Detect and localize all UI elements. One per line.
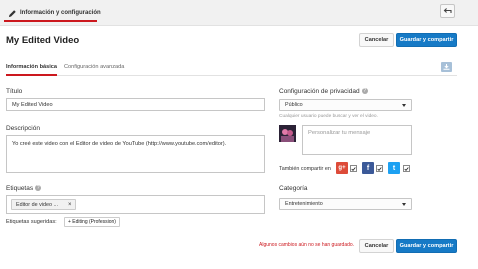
page-title: My Edited Video <box>6 35 80 46</box>
tab-basic-info[interactable]: Información básica <box>6 64 57 70</box>
description-textarea[interactable]: Yo creé este video con el Editor de vide… <box>6 135 265 173</box>
back-button[interactable] <box>440 4 455 18</box>
footer-save-share-button[interactable]: Guardar y compartir <box>396 239 457 253</box>
tab-advanced-settings[interactable]: Configuración avanzada <box>64 64 124 70</box>
google-plus-icon[interactable]: g+ <box>336 162 348 174</box>
chevron-down-icon <box>402 103 406 107</box>
help-icon[interactable]: ? <box>361 88 368 94</box>
tabs-divider <box>6 75 457 76</box>
category-select[interactable]: Entretenimiento <box>279 198 412 210</box>
share-label: También compartir en <box>279 166 331 172</box>
privacy-hint: Cualquier usuario puede buscar y ver el … <box>279 114 378 119</box>
privacy-label: Configuración de privacidad? <box>279 88 368 95</box>
remove-tag-icon[interactable]: × <box>68 202 72 208</box>
custom-message-placeholder: Personalizar tu mensaje <box>308 130 371 136</box>
suggested-tags-label: Etiquetas sugeridas: <box>6 219 57 225</box>
active-tab-indicator <box>4 20 97 22</box>
save-share-button[interactable]: Guardar y compartir <box>396 33 457 47</box>
tags-input[interactable]: Editor de video ... × <box>6 195 265 214</box>
avatar <box>279 125 296 142</box>
tags-label-text: Etiquetas <box>6 185 34 192</box>
chevron-down-icon <box>402 202 406 206</box>
suggested-tag-chip[interactable]: + Editing (Profession) <box>64 217 120 227</box>
tag-chip-label: Editor de video ... <box>16 201 58 208</box>
help-icon[interactable]: ? <box>35 185 42 191</box>
tag-chip[interactable]: Editor de video ... × <box>11 199 77 210</box>
cancel-button[interactable]: Cancelar <box>359 33 394 47</box>
title-label: Título <box>6 88 23 95</box>
facebook-icon[interactable]: f <box>362 162 374 174</box>
twitter-checkbox[interactable] <box>403 165 410 172</box>
description-value: Yo creé este video con el Editor de vide… <box>12 141 227 147</box>
twitter-icon[interactable]: t <box>388 162 400 174</box>
download-icon[interactable] <box>441 62 452 72</box>
category-label: Categoría <box>279 185 308 192</box>
privacy-label-text: Configuración de privacidad <box>279 88 360 95</box>
google-plus-checkbox[interactable] <box>350 165 357 172</box>
facebook-checkbox[interactable] <box>376 165 383 172</box>
unsaved-changes-warning: Algunos cambios aún no se han guardado. <box>259 242 355 248</box>
tags-label: Etiquetas? <box>6 185 42 192</box>
footer-cancel-button[interactable]: Cancelar <box>359 239 394 253</box>
tab-info-settings-label: Información y configuración <box>20 10 101 16</box>
description-label: Descripción <box>6 125 40 132</box>
active-subtab-indicator <box>6 74 57 76</box>
pencil-icon <box>8 9 17 18</box>
privacy-selected-value: Público <box>285 102 303 108</box>
privacy-select[interactable]: Público <box>279 99 412 111</box>
title-input-value: My Edited Video <box>12 101 53 108</box>
category-selected-value: Entretenimiento <box>285 201 323 207</box>
custom-message-input[interactable]: Personalizar tu mensaje <box>302 125 412 155</box>
undo-arrow-icon <box>443 7 452 16</box>
title-input[interactable]: My Edited Video <box>6 98 265 111</box>
